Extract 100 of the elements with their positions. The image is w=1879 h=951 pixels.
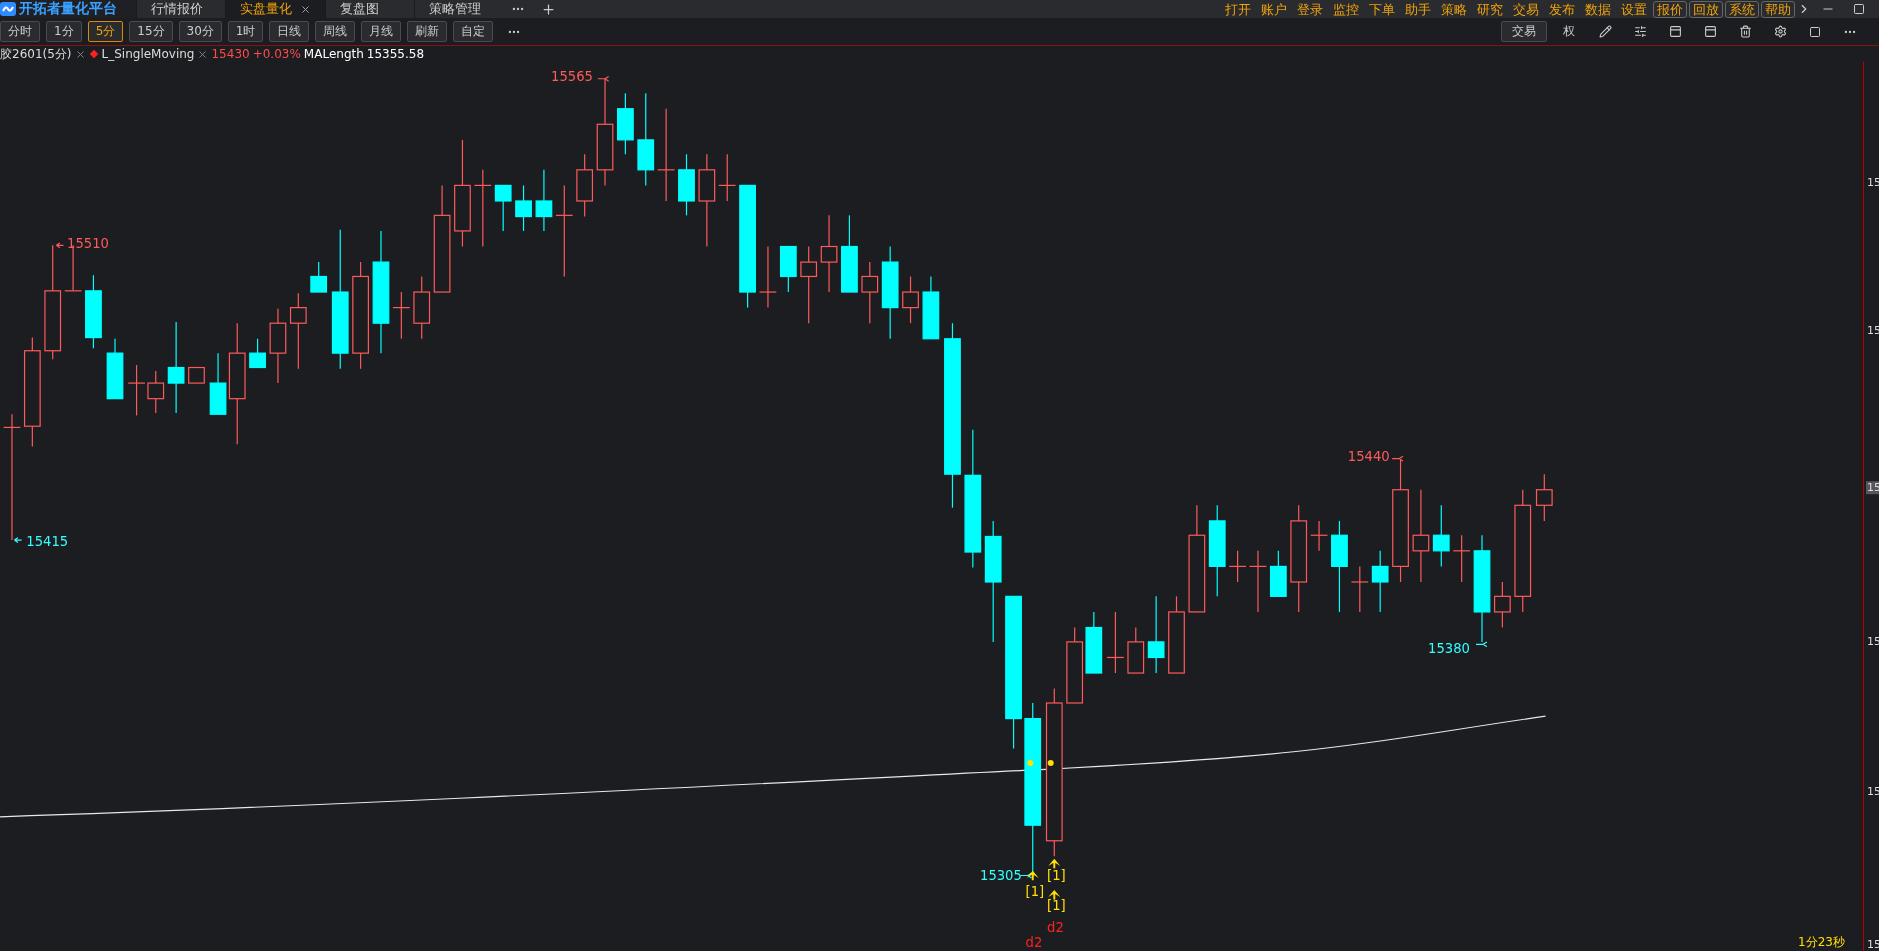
trash-icon[interactable] (1739, 25, 1752, 38)
candlestick (1432, 504, 1450, 567)
price-label: 15305 (980, 868, 1022, 884)
candlestick (861, 261, 879, 324)
candlestick (759, 245, 777, 309)
leader-line (13, 537, 23, 544)
arrow-up-icon (1048, 858, 1061, 869)
leader-line (1391, 455, 1404, 462)
menu-item[interactable]: 数据 (1581, 0, 1615, 18)
pencil-icon[interactable] (1599, 25, 1612, 38)
candlestick (127, 364, 146, 417)
candlestick (1228, 550, 1247, 583)
sliders-icon[interactable] (1634, 25, 1647, 38)
period-button[interactable]: 30分 (178, 21, 222, 42)
candlestick (718, 153, 737, 202)
arrow-up-icon (1026, 870, 1039, 881)
candlestick (413, 275, 431, 340)
leader-line (55, 242, 65, 249)
period-button[interactable]: 月线 (361, 21, 402, 42)
candlestick (188, 366, 205, 384)
signal-label: [1] (1025, 883, 1045, 899)
menu-item[interactable]: 回放 (1689, 0, 1723, 18)
candlestick (779, 245, 797, 293)
menu-item[interactable]: 帮助 (1761, 0, 1795, 18)
signal-label: [1] (1047, 868, 1066, 884)
period-button[interactable]: 15分 (129, 21, 173, 42)
leader-line (1475, 641, 1488, 648)
candlestick (1371, 550, 1389, 613)
menu-item[interactable]: 账户 (1257, 0, 1291, 18)
candlestick (1310, 520, 1329, 552)
menu-item[interactable]: 交易 (1509, 0, 1543, 18)
trade-button[interactable]: 交易 (1501, 21, 1547, 42)
price-change: +0.03% (252, 47, 301, 61)
document-icon[interactable] (1669, 25, 1682, 38)
candlestick (678, 153, 695, 216)
close-icon[interactable] (197, 48, 209, 60)
add-tab-icon[interactable] (541, 1, 556, 17)
candlestick (922, 275, 940, 340)
candlestick (1452, 534, 1471, 583)
menu-item[interactable]: 设置 (1617, 0, 1651, 18)
menu-item[interactable]: 登录 (1293, 0, 1327, 18)
candlestick (106, 338, 124, 400)
countdown-label: 1分23秒 (1798, 934, 1845, 951)
signal-label: [1] (1047, 898, 1066, 914)
candlestick (617, 92, 634, 155)
logo-icon (0, 2, 16, 16)
menu-item[interactable]: 系统 (1725, 0, 1759, 18)
strategy-name: L_SingleMoving (101, 47, 195, 61)
tab[interactable]: 实盘量化 (225, 0, 325, 18)
signal-dot-icon (1027, 759, 1034, 766)
signal-label: d2 (1025, 935, 1043, 951)
layout-icon[interactable] (1704, 25, 1717, 38)
candlestick (494, 184, 512, 232)
candlestick (1494, 581, 1511, 629)
period-button[interactable]: 刷新 (407, 21, 448, 42)
candlestick (392, 291, 411, 340)
app-title: 开拓者量化平台 (19, 0, 117, 18)
candlestick (1249, 550, 1267, 613)
price-value: 15430 (211, 47, 250, 61)
window-icon[interactable] (1809, 25, 1821, 38)
menu-item[interactable]: 下单 (1365, 0, 1399, 18)
menu-item[interactable]: 助手 (1401, 0, 1435, 18)
arrow-up-icon (1048, 889, 1061, 900)
period-button[interactable]: 5分 (87, 21, 124, 42)
candlestick (1106, 611, 1125, 674)
signal-dot-icon (1047, 759, 1054, 766)
maximize-icon[interactable] (1853, 3, 1865, 15)
menu-item[interactable]: 监控 (1329, 0, 1363, 18)
menu-item[interactable]: 策略 (1437, 0, 1471, 18)
period-button[interactable]: 1分 (46, 21, 82, 42)
price-label: 15415 (26, 534, 69, 550)
candlestick (1127, 626, 1145, 674)
period-button[interactable]: 自定 (453, 21, 494, 42)
close-icon[interactable] (300, 3, 311, 15)
signal-label: d2 (1047, 919, 1064, 935)
candlestick (902, 275, 919, 324)
menu-item[interactable]: 报价 (1653, 0, 1687, 18)
price-label: 15510 (67, 235, 109, 251)
rights-button[interactable]: 权 (1553, 23, 1585, 40)
settings-icon[interactable] (1774, 25, 1787, 38)
candlestick (249, 338, 266, 369)
price-label: 15380 (1428, 640, 1470, 656)
period-button[interactable]: 分时 (0, 21, 40, 42)
candlestick (147, 370, 165, 414)
indicator-label: MALength (303, 47, 364, 61)
period-button[interactable]: 1时 (227, 21, 264, 42)
candlestick (1269, 550, 1287, 597)
price-label: 15565 (551, 69, 593, 85)
close-icon[interactable] (74, 48, 86, 60)
period-button[interactable]: 日线 (269, 21, 310, 42)
menu-item[interactable]: 发布 (1545, 0, 1579, 18)
candlestick (1535, 473, 1553, 522)
period-button[interactable]: 周线 (315, 21, 356, 42)
price-label: 15440 (1347, 448, 1390, 464)
menu-item[interactable]: 打开 (1221, 0, 1255, 18)
candlestick (1350, 565, 1369, 613)
menu-item[interactable]: 研究 (1473, 0, 1507, 18)
candlestick (310, 261, 328, 293)
candlestick (576, 153, 594, 218)
candlestick (1085, 611, 1103, 674)
